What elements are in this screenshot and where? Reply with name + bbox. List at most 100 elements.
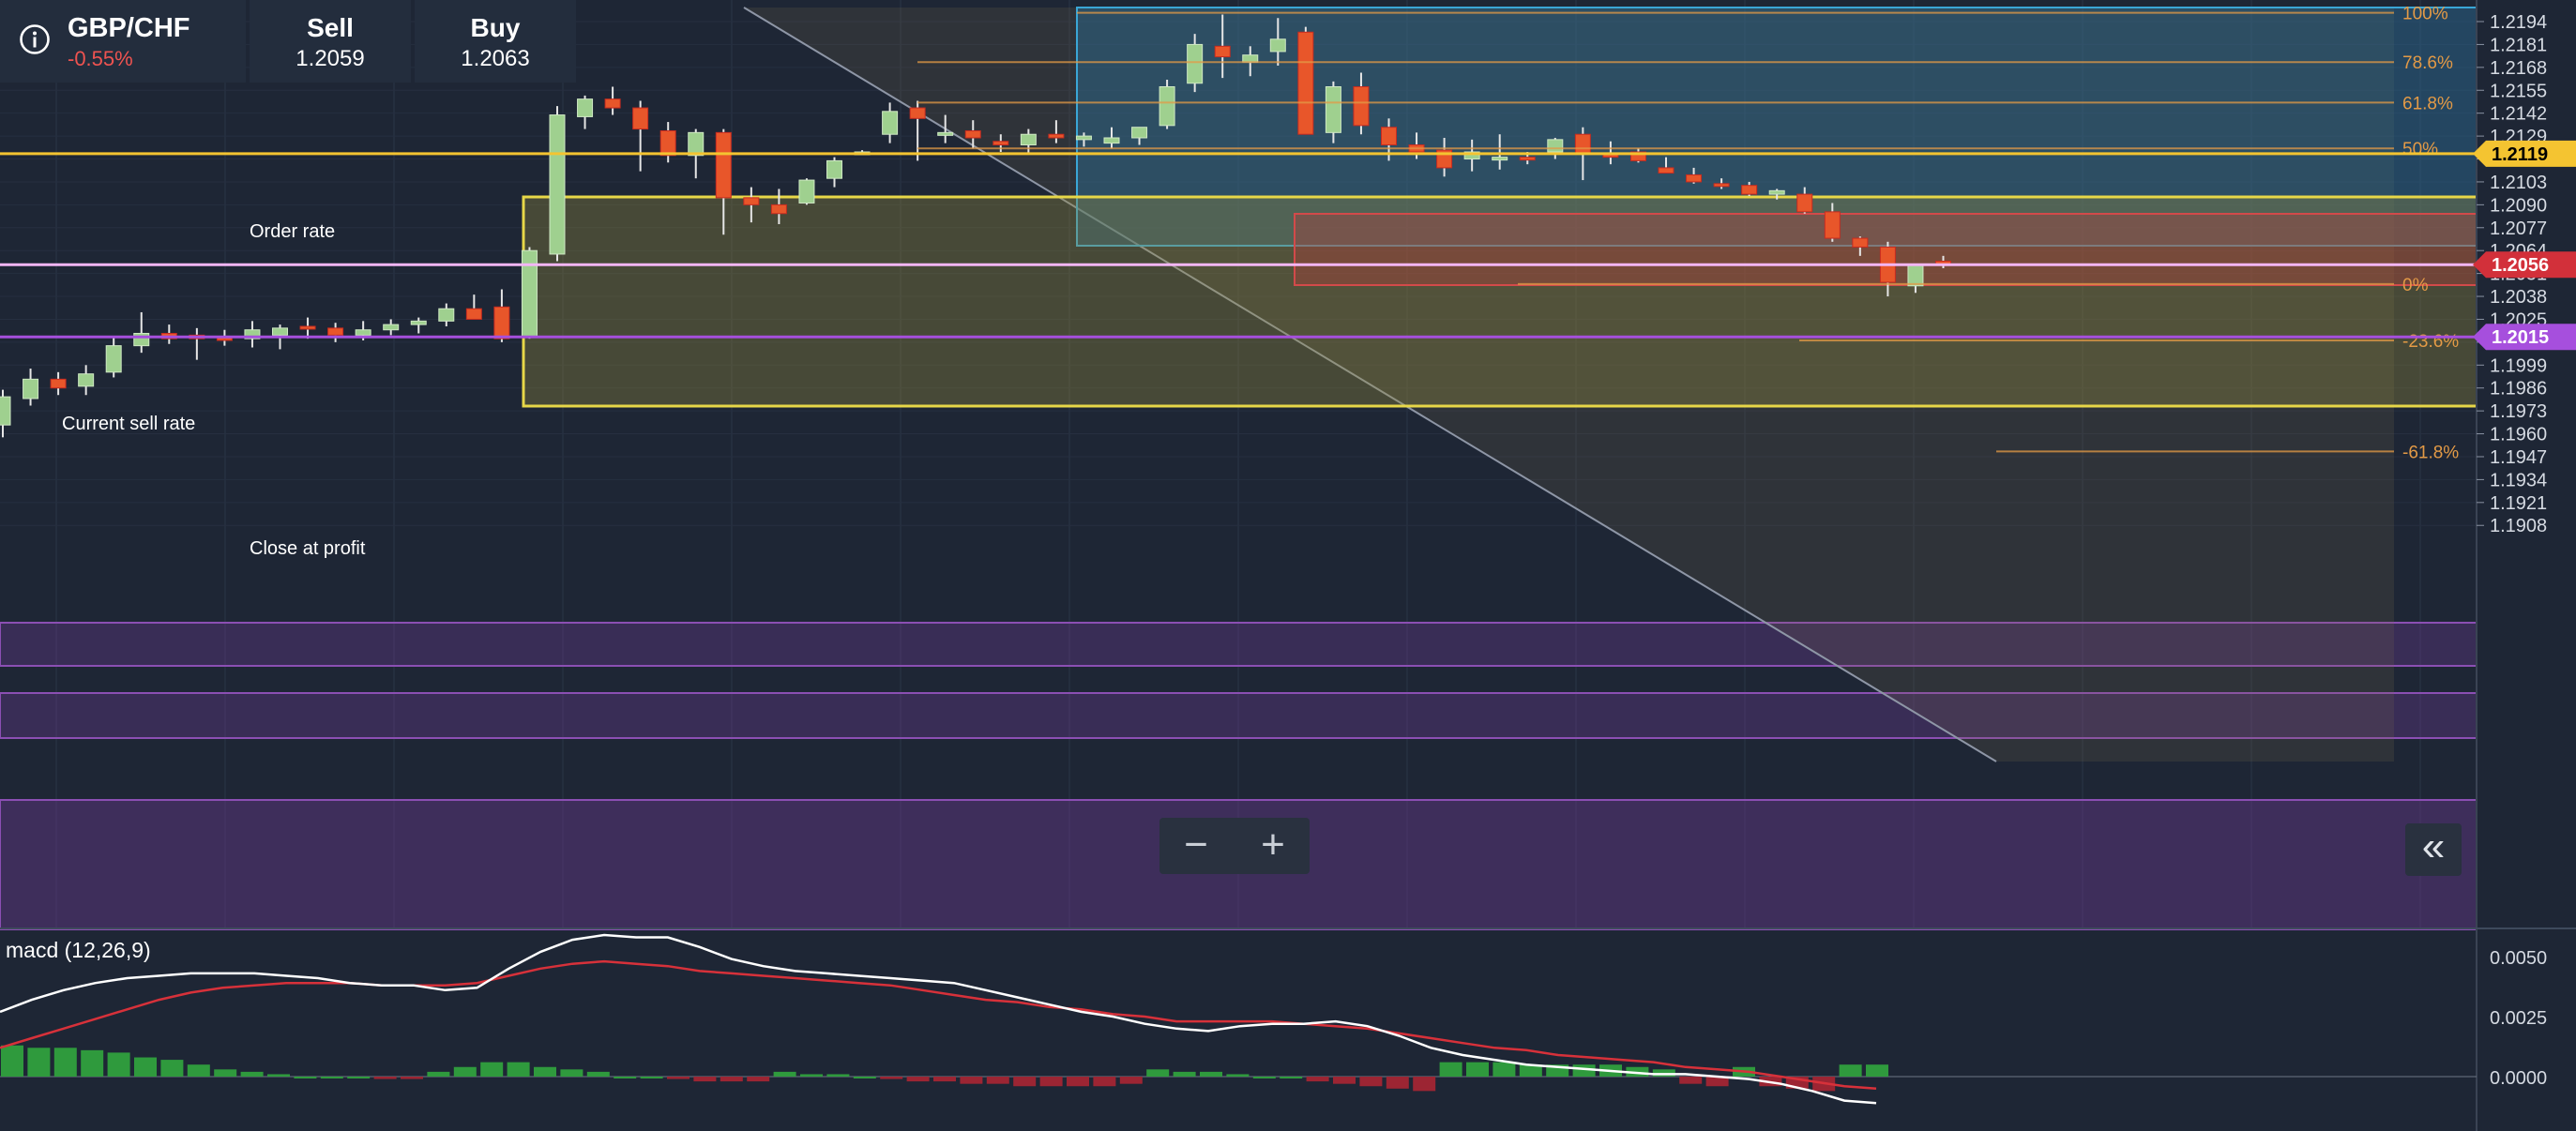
bear-candle — [1713, 183, 1730, 188]
macd-histogram-bar — [853, 1077, 876, 1078]
bear-candle — [715, 131, 732, 199]
macd-histogram-bar — [1, 1045, 23, 1077]
bull-candle — [438, 308, 455, 322]
macd-histogram-bar — [320, 1077, 343, 1078]
macd-histogram-bar — [1866, 1064, 1888, 1077]
fib-level-label: -61.8% — [2402, 443, 2459, 462]
price-tick-label: 1.2142 — [2490, 104, 2547, 125]
bear-candle — [1658, 167, 1674, 174]
zoom-out-button[interactable]: − — [1159, 818, 1233, 874]
macd-histogram-bar — [614, 1077, 637, 1078]
bear-candle — [632, 107, 649, 130]
bear-candle — [1353, 86, 1370, 127]
macd-histogram-bar — [81, 1049, 104, 1077]
zoom-controls: − + — [1159, 818, 1310, 874]
price-tick-label: 1.2077 — [2490, 219, 2547, 239]
macd-histogram-bar — [347, 1077, 371, 1078]
bull-candle — [1269, 38, 1286, 53]
price-tick-label: 1.1908 — [2490, 516, 2547, 536]
bear-candle — [659, 129, 676, 157]
macd-histogram-bar — [534, 1066, 556, 1077]
bear-candle — [1297, 31, 1314, 135]
price-tick-label: 1.1973 — [2490, 401, 2547, 422]
bull-candle — [105, 345, 122, 373]
bear-candle — [1824, 211, 1841, 239]
close-at-profit-label: Close at profit — [250, 538, 366, 559]
bull-candle — [383, 324, 400, 331]
close-at-profit-tag-label: 1.2015 — [2492, 327, 2549, 348]
bear-candle — [493, 306, 510, 339]
sell-label: Sell — [307, 13, 354, 42]
macd-tick-label: 0.0000 — [2490, 1068, 2547, 1089]
macd-histogram-bar — [134, 1057, 157, 1077]
bull-candle — [0, 396, 11, 426]
macd-histogram-bar — [453, 1066, 477, 1077]
bear-candle — [465, 308, 482, 320]
bull-candle — [826, 159, 842, 179]
macd-histogram-bar — [640, 1077, 663, 1078]
macd-histogram-bar — [667, 1077, 689, 1079]
order-rate-label: Order rate — [250, 221, 336, 242]
bull-candle — [1768, 189, 1785, 195]
bear-candle — [1048, 133, 1065, 139]
macd-histogram-bar — [294, 1077, 317, 1078]
price-tick-label: 1.1999 — [2490, 355, 2547, 376]
fib-level-label: 0% — [2402, 276, 2429, 295]
macd-histogram-bar — [880, 1077, 903, 1079]
macd-histogram-bar — [240, 1071, 264, 1077]
price-tick-label: 1.1960 — [2490, 425, 2547, 445]
current-sell-rate-label: Current sell rate — [62, 414, 196, 434]
bear-candle — [770, 204, 787, 215]
current-sell-rate-tag-label: 1.2056 — [2492, 255, 2549, 276]
bear-candle — [1519, 157, 1536, 161]
price-tick-label: 1.1921 — [2490, 493, 2547, 514]
bull-candle — [355, 329, 371, 336]
instrument-panel[interactable]: GBP/CHF -0.55% — [0, 0, 246, 83]
bear-candle — [1214, 45, 1231, 58]
price-tick-label: 1.2038 — [2490, 287, 2547, 308]
bull-candle — [78, 373, 95, 387]
buy-button[interactable]: Buy 1.2063 — [415, 0, 576, 83]
macd-histogram-bar — [1839, 1064, 1862, 1077]
macd-histogram-bar — [933, 1077, 956, 1082]
collapse-panel-button[interactable]: « — [2405, 823, 2462, 876]
price-chart[interactable]: 100%78.6%61.8%50%0%-23.6%-61.8% 1.21941.… — [0, 0, 2576, 1131]
macd-histogram-bar — [1493, 1062, 1516, 1077]
price-tick-label: 1.1934 — [2490, 470, 2547, 490]
macd-histogram-bar — [1173, 1071, 1196, 1077]
macd-histogram-bar — [1280, 1077, 1303, 1078]
macd-histogram-bar — [800, 1074, 823, 1077]
zoom-in-button[interactable]: + — [1236, 818, 1310, 874]
bear-candle — [1381, 127, 1397, 145]
macd-tick-label: 0.0050 — [2490, 948, 2547, 969]
bear-candle — [909, 107, 926, 119]
bear-candle — [743, 197, 760, 205]
bear-candle — [50, 378, 67, 389]
macd-histogram-bar — [1333, 1077, 1356, 1084]
bull-candle — [1159, 86, 1175, 127]
macd-histogram-bar — [747, 1077, 770, 1082]
bear-candle — [604, 98, 621, 109]
fib-level-label: 50% — [2402, 140, 2438, 159]
macd-histogram-bar — [1252, 1077, 1276, 1078]
price-tick-label: 1.1986 — [2490, 379, 2547, 400]
bull-candle — [1075, 135, 1092, 141]
bear-candle — [1686, 173, 1703, 183]
bull-candle — [23, 378, 39, 400]
macd-histogram-bar — [480, 1062, 504, 1077]
fib-level-label: 78.6% — [2402, 53, 2453, 73]
macd-histogram-bar — [373, 1077, 397, 1079]
info-icon[interactable] — [19, 23, 51, 55]
macd-histogram-bar — [720, 1077, 743, 1082]
bear-candle — [1796, 193, 1813, 213]
macd-histogram-bar — [53, 1048, 77, 1077]
macd-histogram-bar — [1039, 1077, 1063, 1087]
price-tick-label: 1.2090 — [2490, 195, 2547, 216]
sell-button[interactable]: Sell 1.2059 — [250, 0, 411, 83]
bear-candle — [993, 141, 1009, 145]
bull-candle — [1325, 86, 1341, 133]
bull-candle — [1907, 264, 1924, 287]
bear-candle — [327, 327, 344, 336]
macd-histogram-bar — [1359, 1077, 1383, 1087]
macd-histogram-bar — [586, 1071, 610, 1077]
